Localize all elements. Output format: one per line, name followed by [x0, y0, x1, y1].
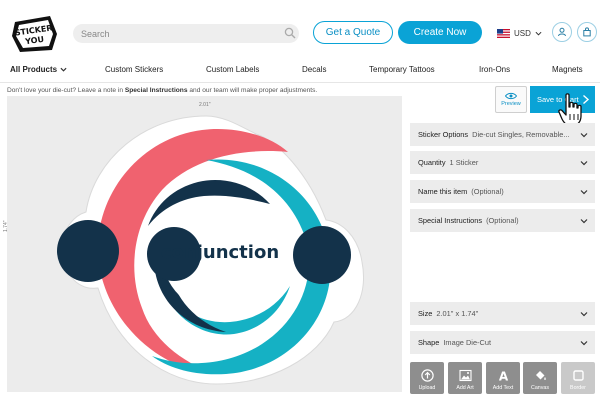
search-input[interactable]	[73, 24, 299, 43]
nav-item-decals[interactable]: Decals	[302, 65, 326, 74]
border-tool-button[interactable]: Border	[561, 362, 595, 394]
notice-text: Don't love your die-cut? Leave a note in	[7, 87, 123, 94]
nav-divider	[0, 82, 600, 83]
main-nav: All Products Custom Stickers Custom Labe…	[0, 60, 600, 82]
option-value: Die-cut Singles, Removable...	[472, 130, 570, 139]
option-key: Shape	[418, 338, 440, 347]
option-value: (Optional)	[471, 187, 504, 196]
option-key: Special Instructions	[418, 216, 483, 225]
tool-label: Border	[570, 385, 586, 391]
preview-button[interactable]: Preview	[495, 86, 527, 113]
width-dimension-label: 2.01"	[199, 102, 211, 108]
height-dimension-label: 1.74"	[3, 220, 9, 232]
chevron-right-icon	[583, 94, 590, 105]
tool-label: Add Art	[456, 385, 474, 391]
nav-label: All Products	[10, 65, 58, 74]
currency-label: USD	[514, 28, 531, 38]
sticker-artwork[interactable]: conjunction	[56, 112, 368, 388]
option-value: Image Die-Cut	[443, 338, 492, 347]
image-icon	[458, 369, 472, 382]
shopping-bag-icon	[583, 27, 591, 37]
nav-item-temporary-tattoos[interactable]: Temporary Tattoos	[369, 65, 435, 74]
account-button[interactable]	[552, 22, 572, 42]
search-icon[interactable]	[284, 27, 296, 39]
create-now-button[interactable]: Create Now	[398, 21, 482, 44]
quantity-row[interactable]: Quantity 1 Sticker	[410, 151, 595, 174]
chevron-down-icon	[580, 188, 588, 196]
get-a-quote-button[interactable]: Get a Quote	[313, 21, 393, 44]
special-instructions-row[interactable]: Special Instructions (Optional)	[410, 209, 595, 232]
sticker-options-row[interactable]: Sticker Options Die-cut Singles, Removab…	[410, 123, 595, 146]
upload-tool-button[interactable]: Upload	[410, 362, 444, 394]
chevron-down-icon	[60, 67, 67, 72]
add-art-tool-button[interactable]: Add Art	[448, 362, 482, 394]
notice-bold-text: Special Instructions	[124, 87, 188, 94]
nav-item-custom-stickers[interactable]: Custom Stickers	[105, 65, 163, 74]
option-key: Size	[418, 309, 433, 318]
nav-item-magnets[interactable]: Magnets	[552, 65, 583, 74]
sticker-left-circle	[57, 220, 119, 282]
us-flag-icon	[497, 28, 510, 38]
name-this-item-row[interactable]: Name this item (Optional)	[410, 180, 595, 203]
chevron-down-icon	[580, 159, 588, 167]
shape-row[interactable]: Shape Image Die-Cut	[410, 331, 595, 354]
tool-label: Upload	[418, 385, 436, 391]
paint-bucket-icon	[535, 371, 546, 380]
size-row[interactable]: Size 2.01" x 1.74"	[410, 302, 595, 325]
chevron-down-icon	[580, 339, 588, 347]
user-icon	[558, 27, 566, 37]
text-icon: A	[498, 370, 508, 383]
tool-label: Add Text	[492, 385, 514, 391]
nav-item-all-products[interactable]: All Products	[10, 65, 67, 74]
die-cut-notice: Don't love your die-cut? Leave a note in…	[7, 87, 317, 94]
chevron-down-icon	[535, 31, 542, 36]
cart-button[interactable]	[577, 22, 597, 42]
chevron-down-icon	[580, 131, 588, 139]
currency-selector[interactable]: USD	[497, 26, 542, 40]
site-header: STICKER YOU Get a Quote Create Now USD	[0, 0, 600, 60]
option-value: 2.01" x 1.74"	[436, 309, 479, 318]
option-value: (Optional)	[486, 216, 519, 225]
eye-icon	[505, 92, 517, 100]
option-key: Quantity	[418, 158, 446, 167]
add-text-tool-button[interactable]: A Add Text	[486, 362, 520, 394]
svg-text:A: A	[498, 370, 508, 383]
chevron-down-icon	[580, 217, 588, 225]
nav-item-custom-labels[interactable]: Custom Labels	[206, 65, 259, 74]
chevron-down-icon	[580, 310, 588, 318]
sticker-text: conjunction	[161, 242, 279, 263]
preview-label: Preview	[501, 101, 521, 107]
save-to-cart-button[interactable]: Save to Cart	[530, 86, 595, 113]
sticker-you-logo[interactable]: STICKER YOU	[10, 14, 60, 54]
save-to-cart-label: Save to Cart	[537, 95, 579, 104]
option-key: Name this item	[418, 187, 468, 196]
border-icon	[572, 370, 584, 381]
nav-item-iron-ons[interactable]: Iron-Ons	[479, 65, 510, 74]
notice-text-end: and our team will make proper adjustment…	[189, 87, 318, 94]
upload-icon	[420, 369, 434, 382]
tool-label: Canvas	[531, 385, 549, 391]
option-value: 1 Sticker	[449, 158, 479, 167]
option-key: Sticker Options	[418, 130, 469, 139]
sticker-right-circle	[293, 226, 351, 284]
canvas-tool-button[interactable]: Canvas	[523, 362, 557, 394]
